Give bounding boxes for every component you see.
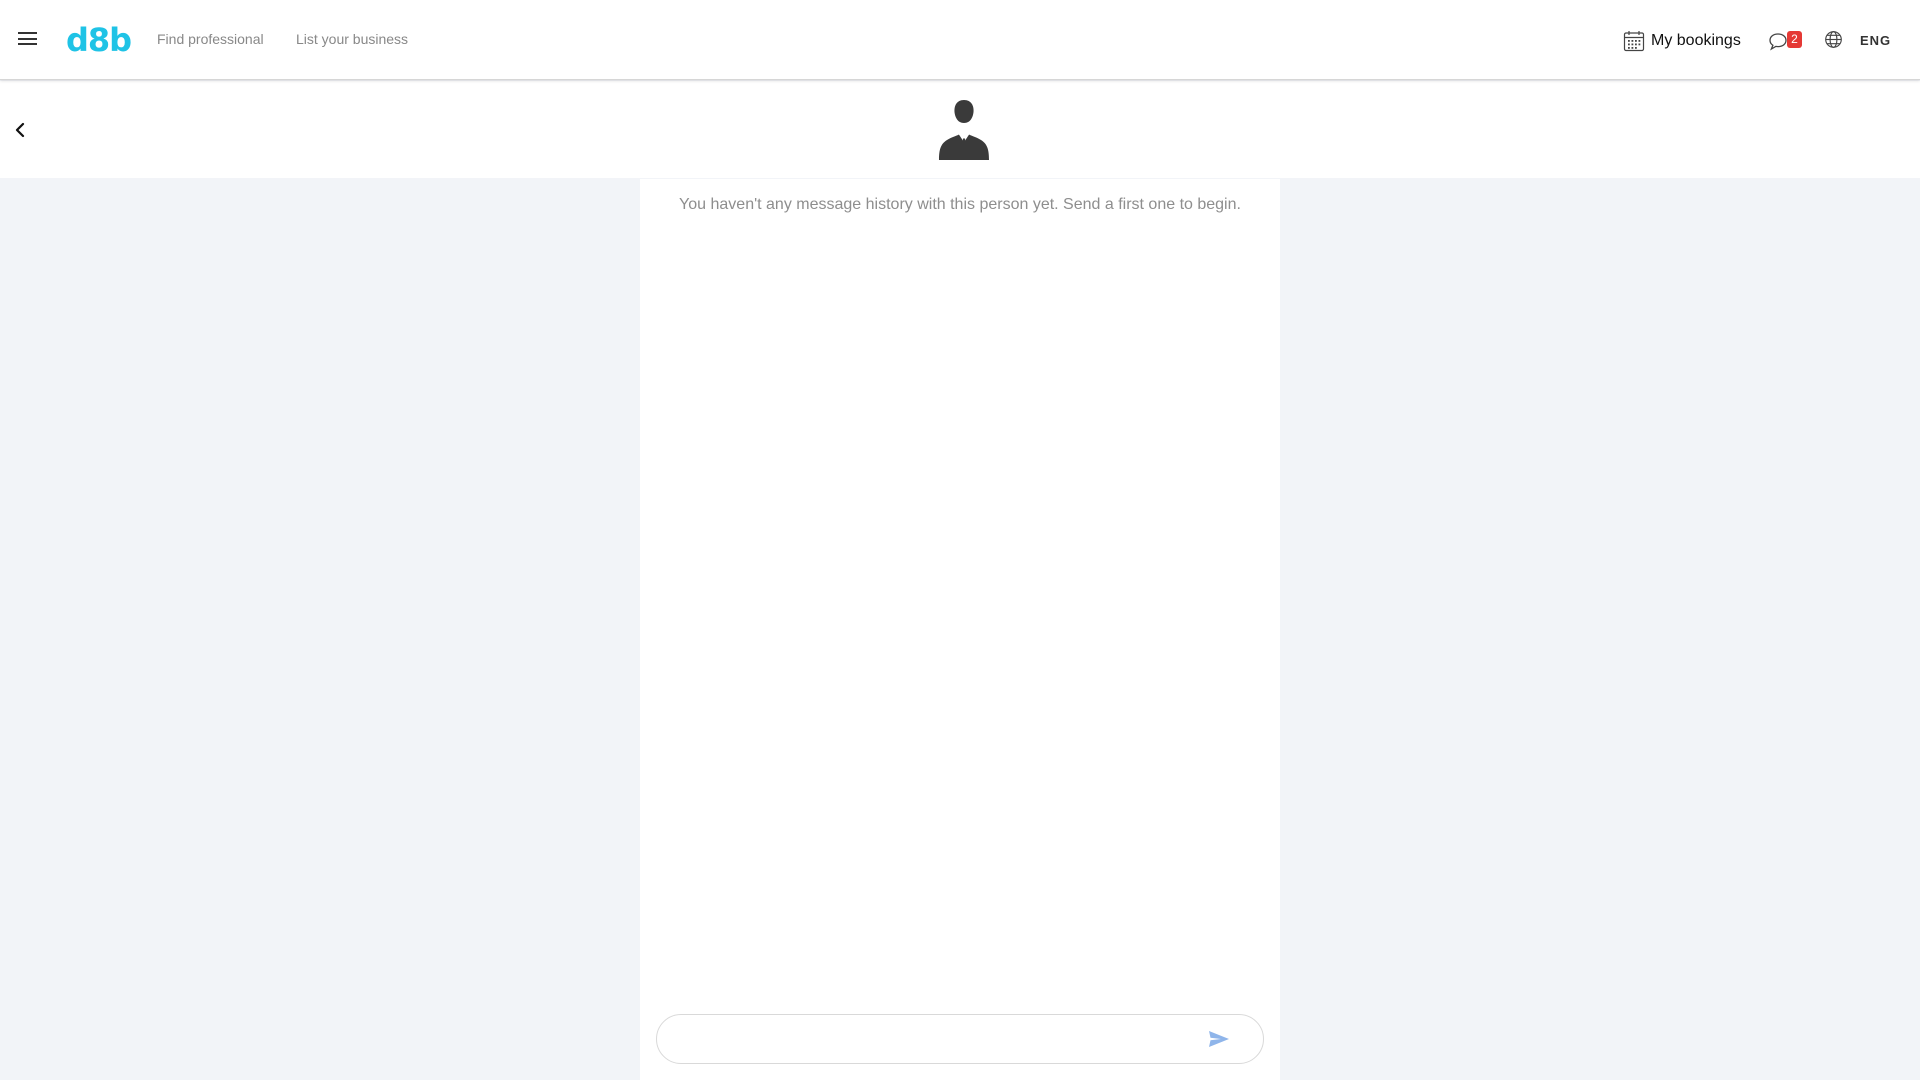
site-logo[interactable]: d8b [66, 20, 132, 60]
message-input[interactable] [677, 1015, 1177, 1063]
calendar-icon [1623, 31, 1645, 52]
top-navigation-bar: d8b Find professional List your business… [0, 0, 1920, 80]
my-bookings-link[interactable]: My bookings [1623, 29, 1741, 53]
conversation-panel: You haven't any message history with thi… [640, 179, 1280, 1080]
empty-conversation-message: You haven't any message history with thi… [679, 196, 1241, 213]
nav-link-find-professional[interactable]: Find professional [157, 31, 264, 47]
person-silhouette-avatar [939, 100, 989, 160]
send-arrow-icon[interactable] [1208, 1030, 1230, 1048]
nav-link-list-your-business[interactable]: List your business [296, 31, 408, 47]
message-composer [656, 1014, 1264, 1064]
my-bookings-label: My bookings [1651, 32, 1741, 49]
chat-bubble-icon [1769, 33, 1787, 51]
hamburger-menu-icon[interactable] [18, 31, 37, 46]
conversation-header [0, 81, 1920, 178]
language-selector[interactable]: ENG [1860, 33, 1891, 48]
chevron-left-icon[interactable] [12, 120, 28, 140]
messages-button[interactable]: 2 [1768, 30, 1804, 52]
messages-unread-badge: 2 [1787, 31, 1802, 48]
globe-icon[interactable] [1824, 30, 1843, 49]
